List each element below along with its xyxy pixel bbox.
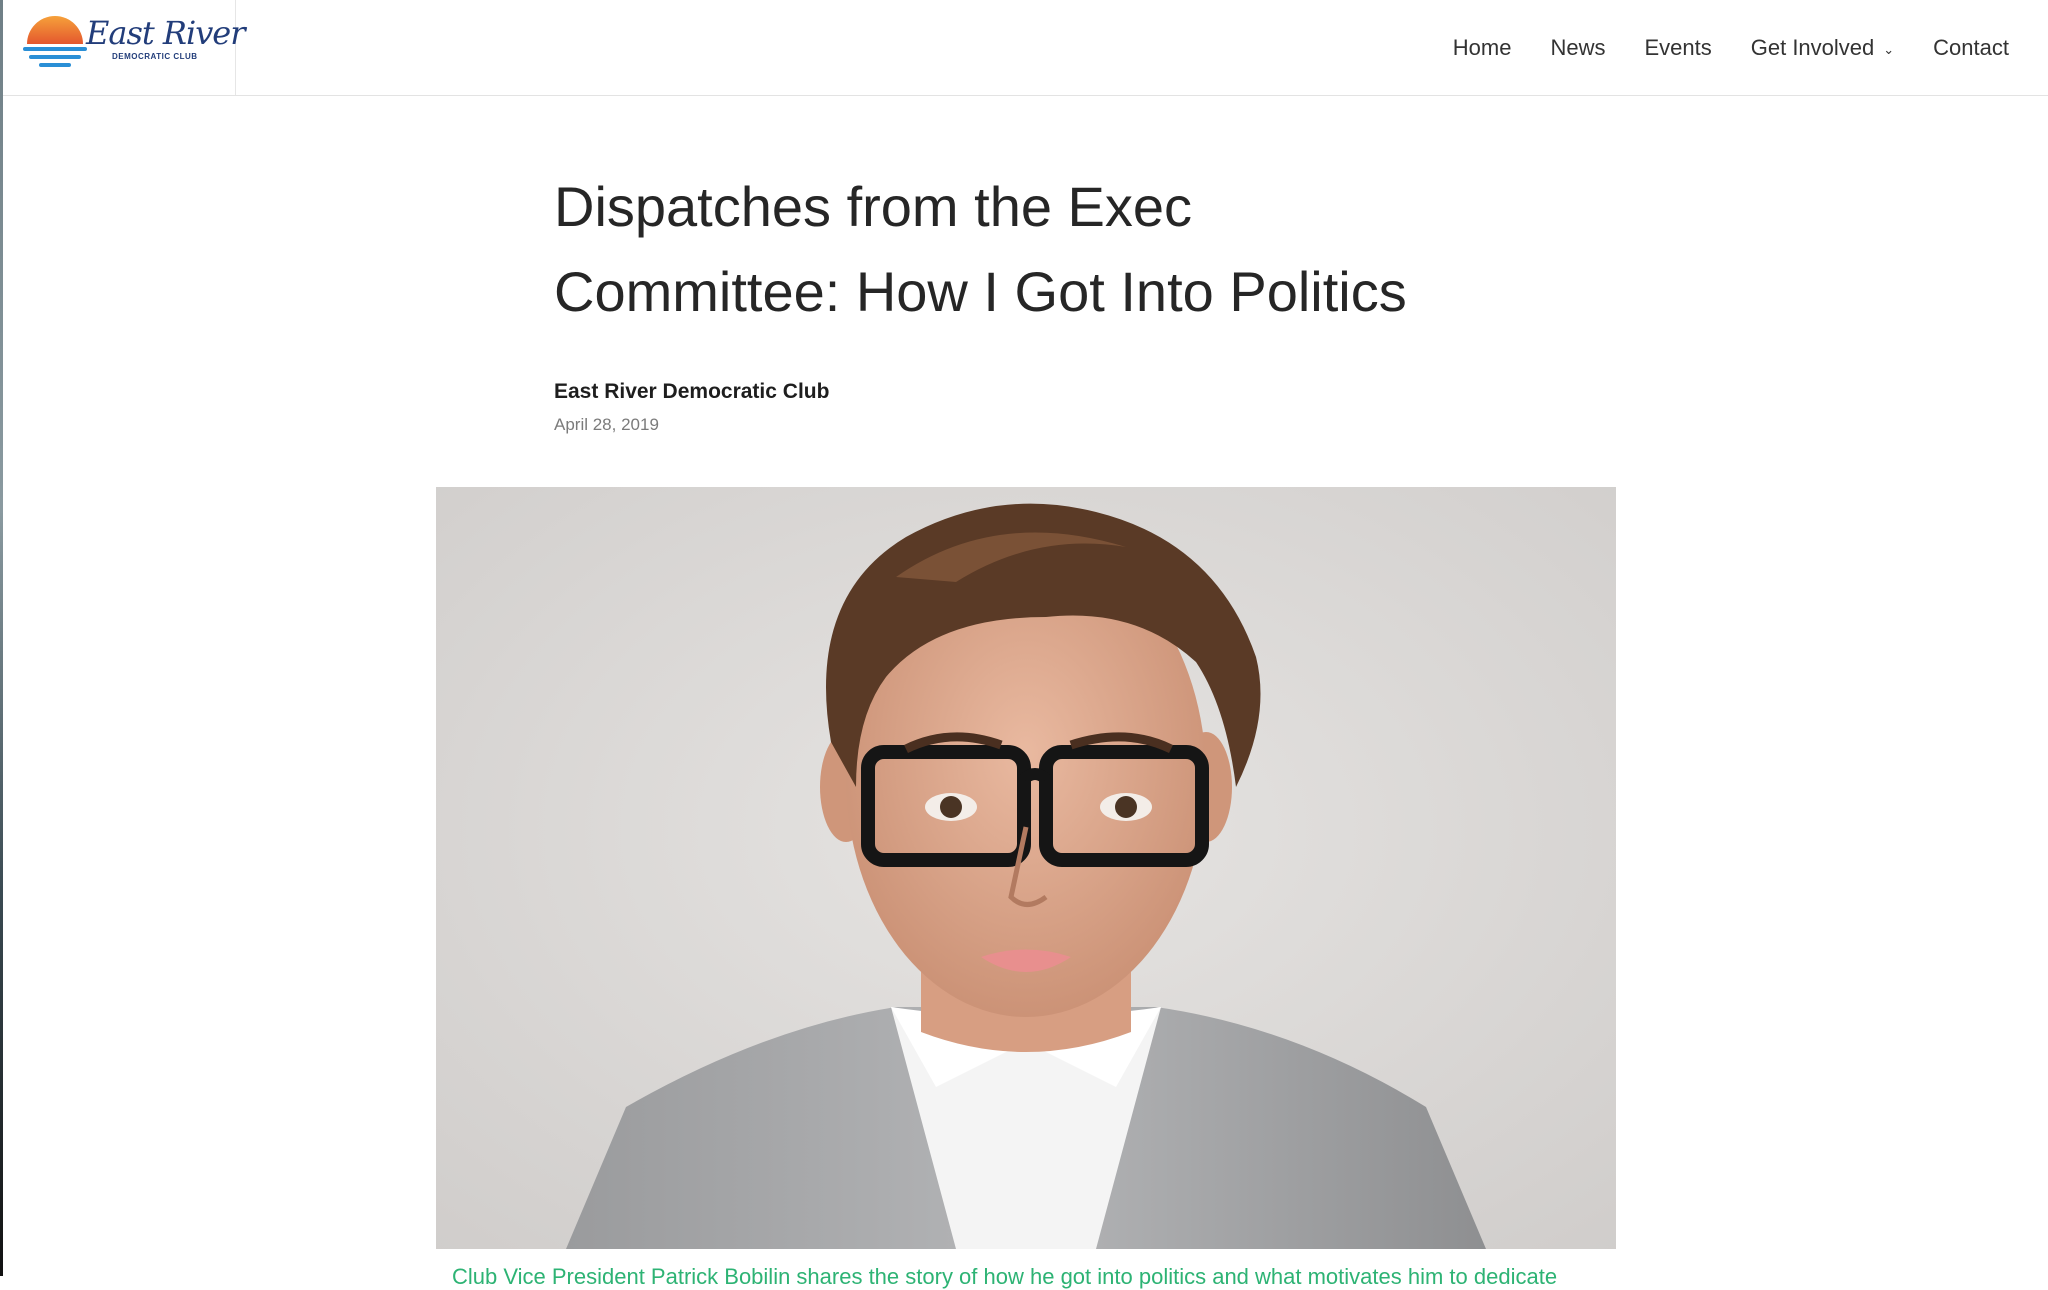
nav-get-involved-label: Get Involved (1750, 34, 1875, 60)
nav-contact[interactable]: Contact (1933, 35, 2009, 61)
featured-photo (436, 487, 1616, 1249)
chevron-down-icon: ⌄ (1883, 41, 1895, 57)
article-author[interactable]: East River Democratic Club (554, 380, 829, 404)
site-header: East River DEMOCRATIC CLUB Home News Eve… (3, 0, 2048, 96)
nav-home[interactable]: Home (1453, 35, 1512, 61)
window-edge (0, 0, 3, 1276)
logo-subtitle: DEMOCRATIC CLUB (112, 52, 198, 61)
article-title-line-1: Dispatches from the Exec (554, 175, 1193, 238)
article-title-line-2: Committee: How I Got Into Politics (554, 260, 1407, 323)
nav-news[interactable]: News (1550, 35, 1605, 61)
logo-wordmark: East River (86, 14, 246, 52)
main-nav: Home News Events Get Involved ⌄ Contact (1414, 0, 2048, 95)
nav-get-involved[interactable]: Get Involved ⌄ (1751, 35, 1894, 61)
portrait-photo (436, 487, 1616, 1249)
nav-events[interactable]: Events (1644, 35, 1711, 61)
sunset-logo-icon (23, 16, 87, 67)
article-title: Dispatches from the Exec Committee: How … (554, 164, 1554, 334)
photo-caption: Club Vice President Patrick Bobilin shar… (452, 1264, 1558, 1289)
site-logo[interactable]: East River DEMOCRATIC CLUB (3, 0, 246, 95)
article-date: April 28, 2019 (554, 415, 659, 434)
